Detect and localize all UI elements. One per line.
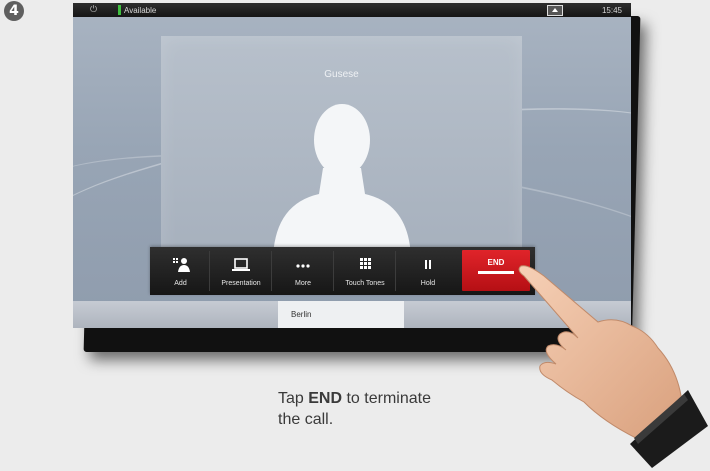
add-participant-icon	[152, 257, 209, 275]
add-label: Add	[174, 280, 187, 287]
presentation-label: Presentation	[221, 280, 261, 287]
end-call-bar-icon	[478, 271, 514, 274]
hold-label: Hold	[420, 280, 436, 287]
caller-name: Gusese	[324, 69, 359, 80]
touch-tones-button[interactable]: Touch Tones	[335, 251, 396, 291]
keypad-icon	[335, 257, 395, 275]
caption-prefix: Tap	[278, 390, 309, 407]
clock: 15:45	[601, 6, 622, 15]
participant-tab[interactable]: Berlin	[278, 301, 404, 328]
touch-tones-label: Touch Tones	[345, 280, 385, 287]
add-button[interactable]: Add	[152, 251, 210, 291]
pause-icon	[397, 257, 459, 275]
more-label: More	[295, 280, 311, 287]
hold-button[interactable]: Hold	[397, 251, 459, 291]
power-icon[interactable]: ⏻	[90, 4, 97, 15]
caption-emphasis: END	[308, 390, 343, 407]
instruction-caption: Tap END to terminate the call.	[278, 388, 438, 430]
availability-indicator	[118, 5, 121, 15]
selfview-icon[interactable]	[547, 5, 563, 16]
availability-status[interactable]: Available	[124, 6, 156, 15]
person-silhouette-icon	[273, 104, 411, 258]
pointing-hand-icon	[518, 265, 708, 468]
presentation-button[interactable]: Presentation	[211, 251, 272, 291]
more-button[interactable]: More	[273, 251, 334, 291]
laptop-icon	[211, 257, 271, 275]
call-toolbar: Add Presentation More Touch Tones Hold E…	[150, 247, 535, 295]
step-number-badge: 4	[4, 1, 24, 21]
status-bar: ⏻ Available 15:45	[73, 3, 631, 17]
ellipsis-icon	[273, 257, 333, 275]
